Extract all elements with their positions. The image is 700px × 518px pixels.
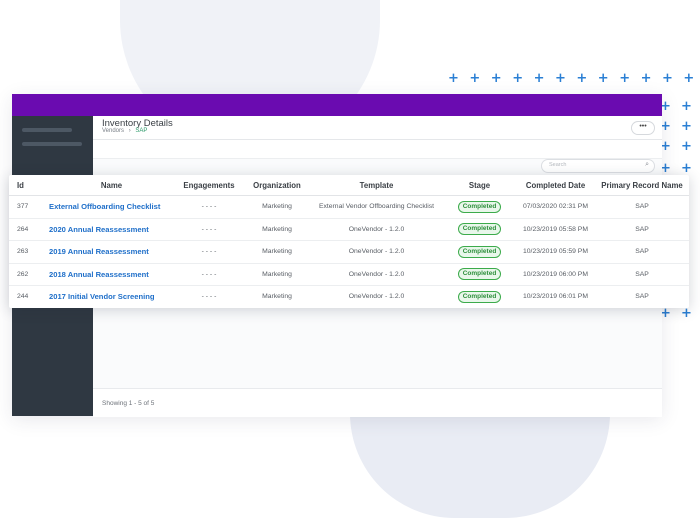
cell-id: 262 bbox=[9, 263, 49, 286]
plus-icon: + bbox=[681, 161, 692, 176]
plus-icon: + bbox=[683, 71, 695, 86]
plus-icon: + bbox=[662, 71, 673, 86]
cell-engagements: - - - - bbox=[201, 293, 217, 301]
search-input[interactable]: Search ⌕ bbox=[541, 159, 655, 173]
cell-id: 263 bbox=[9, 240, 49, 264]
cell-engagements: - - - - bbox=[174, 263, 244, 286]
cell-id: 244 bbox=[17, 293, 29, 301]
cell-completed-date: 10/23/2019 06:01 PM bbox=[523, 293, 588, 301]
status-badge: Completed bbox=[457, 223, 502, 236]
breadcrumb-sap[interactable]: SAP bbox=[135, 128, 147, 134]
cell-stage: Completed bbox=[443, 286, 516, 308]
column-header-name[interactable]: Name bbox=[49, 175, 174, 196]
cell-template: External Vendor Offboarding Checklist bbox=[310, 195, 443, 219]
cell-name-link[interactable]: External Offboarding Checklist bbox=[49, 195, 174, 219]
plus-icon: + bbox=[681, 99, 692, 114]
cell-organization: Marketing bbox=[244, 218, 310, 241]
status-badge: Completed bbox=[457, 268, 502, 281]
cell-name-link[interactable]: 2018 Annual Reassessment bbox=[49, 263, 174, 286]
column-header-stage[interactable]: Stage bbox=[443, 175, 516, 196]
table-row[interactable]: 244 2017 Initial Vendor Screening - - - … bbox=[9, 286, 689, 308]
column-header-template[interactable]: Template bbox=[310, 175, 443, 196]
cell-primary-record: SAP bbox=[595, 263, 689, 286]
plus-icon: + bbox=[597, 71, 609, 86]
search-placeholder: Search bbox=[549, 162, 567, 168]
table-row[interactable]: 262 2018 Annual Reassessment - - - - Mar… bbox=[9, 263, 689, 286]
cell-template: OneVendor - 1.2.0 bbox=[310, 263, 443, 286]
plus-icon: + bbox=[640, 71, 652, 86]
column-header-organization[interactable]: Organization bbox=[244, 175, 310, 196]
cell-id: 264 bbox=[9, 218, 49, 241]
plus-icon: + bbox=[469, 71, 481, 86]
breadcrumb: Vendors › SAP bbox=[102, 128, 147, 134]
plus-icon: + bbox=[681, 306, 692, 321]
plus-icon: + bbox=[448, 71, 459, 86]
cell-id: 377 bbox=[9, 195, 49, 219]
sidebar-item[interactable] bbox=[22, 142, 82, 146]
cell-completed-date: 07/03/2020 02:31 PM bbox=[516, 195, 595, 219]
top-bar bbox=[12, 94, 662, 116]
sidebar-item[interactable] bbox=[22, 128, 72, 132]
more-options-button[interactable]: ••• bbox=[631, 121, 655, 135]
cell-primary-record: SAP bbox=[635, 293, 649, 301]
cell-organization: Marketing bbox=[244, 263, 310, 286]
cell-name-link[interactable]: 2019 Annual Reassessment bbox=[49, 240, 174, 264]
table-footer: Showing 1 - 5 of 5 bbox=[93, 388, 662, 417]
title-bar: Inventory Details Vendors › SAP ••• bbox=[93, 116, 662, 140]
cell-primary-record: SAP bbox=[595, 240, 689, 264]
status-badge: Completed bbox=[457, 200, 502, 213]
cell-completed-date: 10/23/2019 06:00 PM bbox=[516, 263, 595, 286]
cell-stage: Completed bbox=[443, 218, 516, 241]
more-icon: ••• bbox=[639, 123, 647, 130]
cell-template: OneVendor - 1.2.0 bbox=[310, 218, 443, 241]
inventory-table: Id Name Engagements Organization Templat… bbox=[9, 175, 689, 308]
inventory-table-card: Id Name Engagements Organization Templat… bbox=[9, 175, 689, 308]
table-row[interactable]: 377 External Offboarding Checklist - - -… bbox=[9, 195, 689, 219]
cell-name-link[interactable]: 2017 Initial Vendor Screening bbox=[49, 286, 174, 308]
cell-template: OneVendor - 1.2.0 bbox=[310, 240, 443, 264]
pagination-summary: Showing 1 - 5 of 5 bbox=[102, 400, 155, 407]
cell-engagements: - - - - bbox=[174, 218, 244, 241]
cell-organization: Marketing bbox=[244, 240, 310, 264]
cell-stage: Completed bbox=[443, 240, 516, 264]
breadcrumb-separator: › bbox=[128, 128, 131, 134]
breadcrumb-vendors[interactable]: Vendors bbox=[102, 128, 124, 134]
plus-icon: + bbox=[512, 71, 524, 86]
column-header-primary-record-name[interactable]: Primary Record Name bbox=[595, 175, 689, 196]
column-header-engagements[interactable]: Engagements bbox=[174, 175, 244, 196]
cell-stage: Completed bbox=[443, 195, 516, 219]
status-badge: Completed bbox=[457, 245, 502, 258]
column-header-completed-date[interactable]: Completed Date bbox=[516, 175, 595, 196]
cell-organization: Marketing bbox=[244, 195, 310, 219]
cell-template: OneVendor - 1.2.0 bbox=[348, 293, 405, 301]
plus-icon: + bbox=[619, 71, 631, 86]
status-badge: Completed bbox=[457, 290, 502, 303]
plus-icon: + bbox=[533, 71, 545, 86]
plus-icon: + bbox=[681, 119, 692, 134]
table-row[interactable]: 264 2020 Annual Reassessment - - - - Mar… bbox=[9, 218, 689, 241]
cell-stage: Completed bbox=[443, 263, 516, 286]
plus-icon: + bbox=[555, 71, 566, 86]
cell-completed-date: 10/23/2019 05:58 PM bbox=[516, 218, 595, 241]
column-header-id[interactable]: Id bbox=[9, 175, 49, 196]
cell-primary-record: SAP bbox=[595, 218, 689, 241]
plus-icon: + bbox=[576, 71, 588, 86]
cell-organization: Marketing bbox=[262, 293, 292, 301]
cell-primary-record: SAP bbox=[595, 195, 689, 219]
plus-icon: + bbox=[681, 139, 692, 154]
search-icon: ⌕ bbox=[645, 161, 649, 168]
table-row[interactable]: 263 2019 Annual Reassessment - - - - Mar… bbox=[9, 240, 689, 264]
cell-engagements: - - - - bbox=[174, 240, 244, 264]
table-header-row: Id Name Engagements Organization Templat… bbox=[9, 175, 689, 196]
cell-engagements: - - - - bbox=[174, 195, 244, 219]
cell-completed-date: 10/23/2019 05:59 PM bbox=[516, 240, 595, 264]
cell-name-link[interactable]: 2020 Annual Reassessment bbox=[49, 218, 174, 241]
sub-toolbar bbox=[93, 140, 662, 159]
plus-icon: + bbox=[490, 71, 502, 86]
